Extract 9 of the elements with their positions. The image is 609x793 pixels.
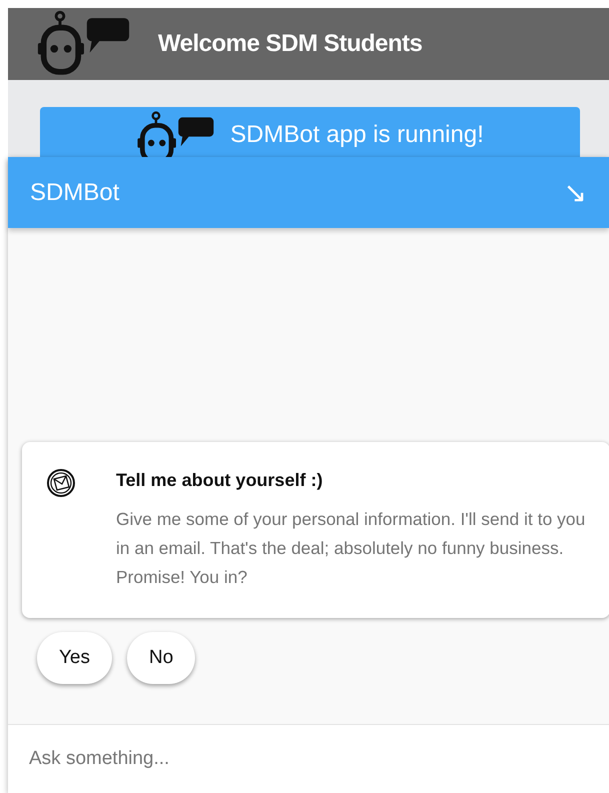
quick-reply-button[interactable]: Yes <box>37 632 112 684</box>
banner-text: SDMBot app is running! <box>230 121 484 149</box>
card-text: Give me some of your personal information. I'll send it to you in an email. That's the deal; absolutely no funny business. Promise! You in? <box>116 508 586 589</box>
quick-reply-button[interactable]: No <box>127 632 196 684</box>
card-title: Tell me about yourself :) <box>116 470 324 491</box>
envelope-globe-icon <box>46 468 76 498</box>
header-title: Welcome SDM Students <box>158 30 422 58</box>
message-input[interactable]: Ask something... <box>8 724 609 793</box>
chat-title: SDMBot <box>30 178 120 206</box>
